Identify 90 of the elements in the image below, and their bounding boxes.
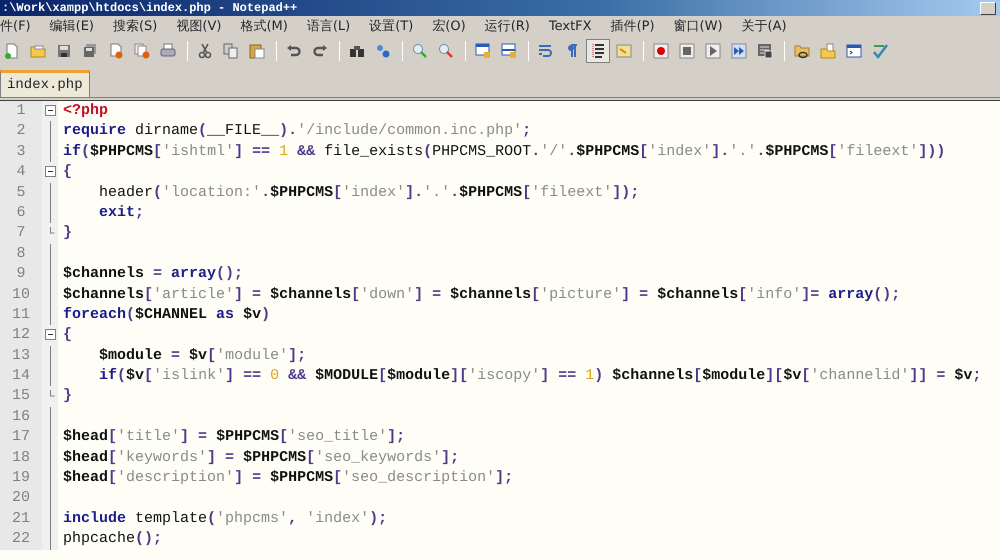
code-line: $channels = array();: [62, 264, 244, 284]
line-number: 15: [0, 386, 42, 407]
code-line: include template('phpcms', 'index');: [62, 508, 388, 529]
line-number: 14: [0, 366, 42, 386]
zoom-out-icon[interactable]: [438, 43, 454, 59]
line-number: 16: [0, 406, 42, 428]
code-line: if($PHPCMS['ishtml'] == 1 && file_exists(PHPCMS_ROOT.'/'.$PHPCMS['index'].'.'.$PHPCMS['fileext'])): [62, 142, 946, 162]
close-all-icon[interactable]: [134, 43, 150, 59]
line-number: 5: [0, 182, 42, 203]
copy-icon[interactable]: [223, 43, 239, 59]
code-line: }: [62, 223, 72, 244]
clipboard-icon[interactable]: [249, 43, 265, 59]
fold-collapse-icon[interactable]: [44, 166, 56, 178]
macro-grid-icon[interactable]: [757, 43, 773, 59]
line-number: 11: [0, 304, 42, 326]
toolbar-button[interactable]: [586, 39, 610, 63]
window-title: :\Work\xampp\htdocs\index.php - Notepad++: [2, 0, 298, 16]
code-line: header('location:'.$PHPCMS['index'].'.'.$PHPCMS['fileext']);: [98, 182, 640, 203]
document-icon[interactable]: [616, 43, 632, 59]
menu-item[interactable]: 设置(T): [369, 16, 422, 38]
line-number: 13: [0, 346, 42, 366]
play-icon[interactable]: [705, 43, 721, 59]
line-number: 2: [0, 121, 42, 142]
menu-item[interactable]: 关于(A): [742, 16, 795, 38]
line-number: 3: [0, 142, 42, 162]
menu-item[interactable]: 宏(O): [432, 16, 474, 38]
indent-guide-icon[interactable]: [590, 43, 606, 59]
save-icon[interactable]: [56, 43, 72, 59]
line-number: 9: [0, 264, 42, 285]
save-all-icon[interactable]: [82, 43, 98, 59]
menu-item[interactable]: TextFX: [548, 16, 600, 38]
console-icon[interactable]: [846, 43, 862, 59]
menu-item[interactable]: 窗口(W): [674, 16, 731, 38]
code-line: $head['title'] = $PHPCMS['seo_title'];: [62, 427, 406, 448]
folder-icon[interactable]: [30, 43, 46, 59]
line-number: 8: [0, 244, 42, 264]
code-line: require dirname(__FILE__).'/include/common.inc.php';: [62, 121, 532, 142]
line-number: 21: [0, 508, 42, 530]
fast-forward-icon[interactable]: [731, 43, 747, 59]
line-number: 22: [0, 529, 42, 550]
new-file-icon[interactable]: [4, 43, 20, 59]
line-number: 12: [0, 325, 42, 346]
line-number: 17: [0, 427, 42, 448]
redo-icon[interactable]: [312, 43, 328, 59]
minimize-button[interactable]: [980, 2, 996, 14]
zoom-in-icon[interactable]: [412, 43, 428, 59]
printer-icon[interactable]: [160, 43, 176, 59]
fold-collapse-icon[interactable]: [44, 105, 56, 116]
code-line: <?php: [62, 101, 108, 121]
menu-item[interactable]: 语言(L): [306, 16, 358, 38]
line-number: 1: [0, 101, 42, 122]
code-line: $head['description'] = $PHPCMS['seo_description'];: [62, 468, 514, 488]
line-number: 10: [0, 284, 42, 305]
undo-icon[interactable]: [286, 43, 302, 59]
word-wrap-icon[interactable]: [538, 43, 554, 59]
code-line: phpcache();: [62, 529, 162, 550]
menu-item[interactable]: 件(F): [0, 16, 39, 38]
folder-document-icon[interactable]: [820, 43, 836, 59]
file-tab[interactable]: index.php: [0, 70, 90, 97]
stop-icon[interactable]: [679, 43, 695, 59]
menu-item[interactable]: 插件(P): [610, 16, 663, 38]
binoculars-icon[interactable]: [349, 43, 365, 59]
line-number: 7: [0, 223, 42, 244]
line-number: 18: [0, 448, 42, 468]
code-line: foreach($CHANNEL as $v): [62, 304, 270, 325]
code-line: $module = $v['module'];: [98, 346, 306, 366]
code-line: exit;: [98, 202, 144, 223]
line-number: 20: [0, 488, 42, 509]
fold-collapse-icon[interactable]: [44, 329, 56, 340]
scissors-icon[interactable]: [197, 43, 213, 59]
menu-item[interactable]: 搜索(S): [112, 16, 166, 38]
code-line: $channels['article'] = $channels['down'] = $channels['picture'] = $channels['info']= array();: [62, 284, 900, 305]
code-line: {: [62, 162, 72, 182]
line-number: 6: [0, 202, 42, 224]
menu-item[interactable]: 视图(V): [176, 16, 230, 38]
menu-item[interactable]: 编辑(E): [50, 16, 102, 38]
record-icon[interactable]: [653, 43, 669, 59]
folder-link-icon[interactable]: [794, 43, 810, 59]
window-lock-icon[interactable]: [501, 43, 517, 59]
code-line: {: [62, 325, 72, 346]
close-file-icon[interactable]: [108, 43, 124, 59]
spellcheck-icon[interactable]: [872, 43, 888, 59]
line-number: 19: [0, 468, 42, 488]
menu-item[interactable]: 格式(M): [240, 16, 296, 38]
window-lock-icon[interactable]: [475, 43, 491, 59]
code-line: if($v['islink'] == 0 && $MODULE[$module]['iscopy'] == 1) $channels[$module][$v['channelid']] = $v;: [98, 366, 982, 386]
menu-item[interactable]: 运行(R): [484, 16, 538, 38]
line-number: 4: [0, 162, 42, 183]
code-line: }: [62, 386, 72, 406]
code-line: $head['keywords'] = $PHPCMS['seo_keywords'];: [62, 448, 460, 468]
